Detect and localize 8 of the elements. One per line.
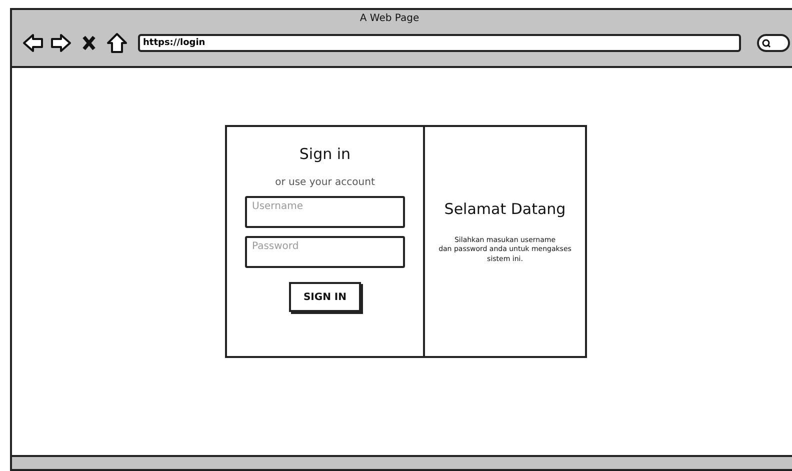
address-field[interactable]: https://login: [138, 34, 741, 52]
input-field[interactable]: Password: [245, 236, 405, 268]
input-field[interactable]: Username: [245, 196, 405, 228]
sign-in-button[interactable]: SIGN IN: [289, 282, 361, 312]
sign-in-heading: Sign in: [299, 145, 351, 163]
subtitle: or use your account: [275, 177, 375, 188]
window-title: A Web Page: [358, 12, 420, 26]
welcome-heading: Selamat Datang: [444, 200, 566, 218]
